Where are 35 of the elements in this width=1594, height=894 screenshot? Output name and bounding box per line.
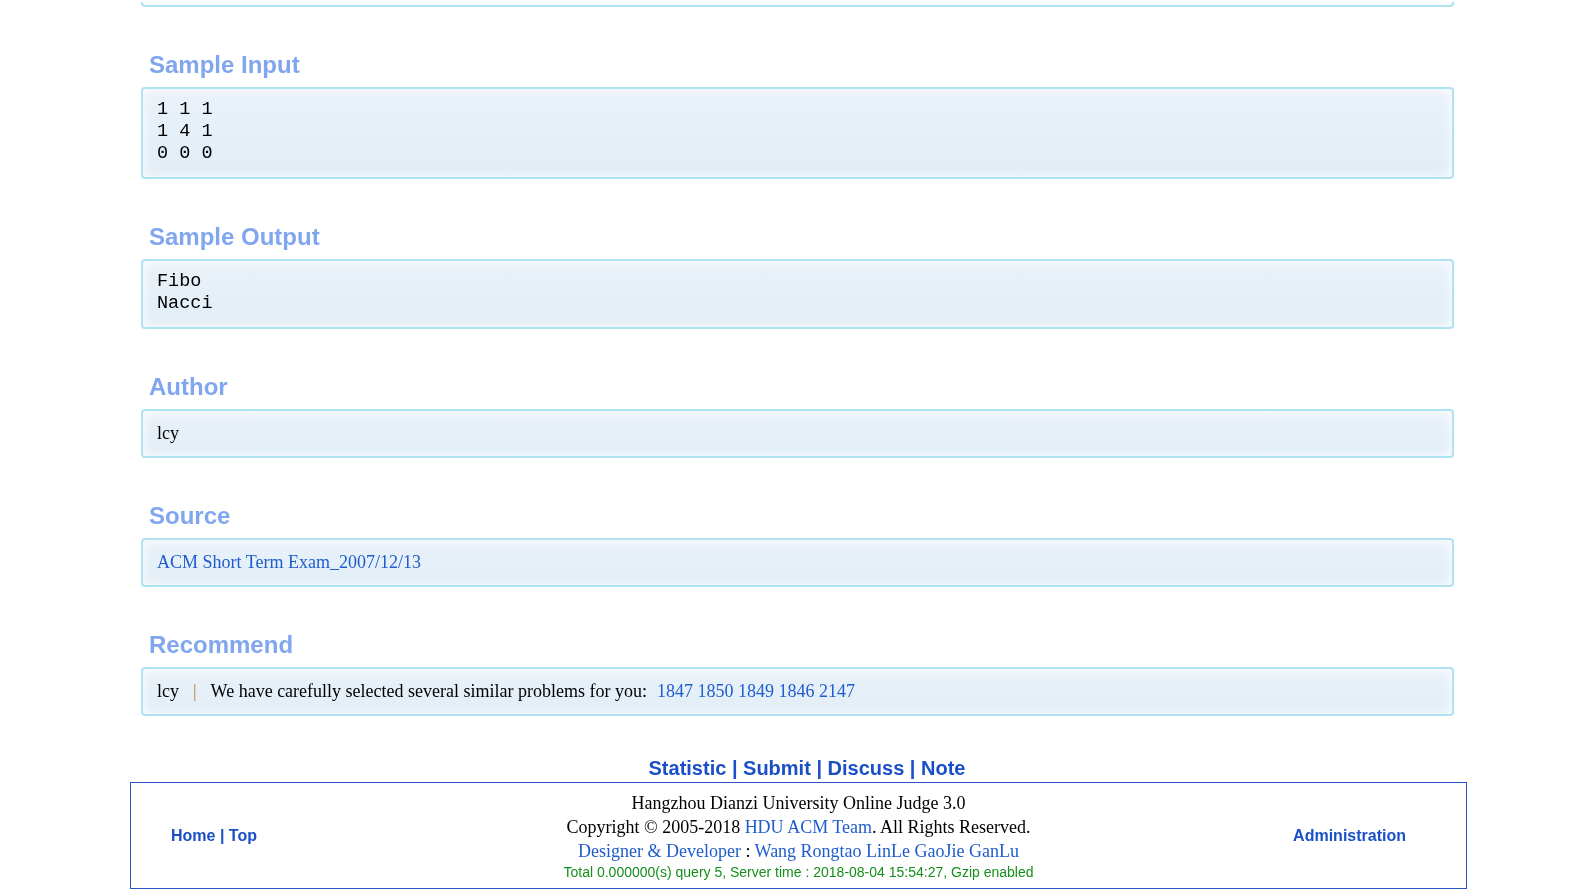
nav-link[interactable]: Discuss [827, 757, 905, 779]
code-block: 1 1 1 1 4 1 0 0 0 [141, 87, 1454, 179]
section-heading: Sample Input [148, 50, 301, 80]
source-link[interactable]: ACM Short Term Exam_2007/12/13 [157, 552, 421, 572]
section-heading: Source [148, 501, 232, 531]
separator: | [816, 757, 822, 779]
section-heading: Recommend [148, 630, 295, 660]
problem-link[interactable]: 1846 [778, 681, 815, 701]
separator: : [744, 840, 752, 861]
problem-link[interactable]: 1850 [697, 681, 734, 701]
recommender-name: lcy [157, 681, 179, 701]
section-heading: Sample Output [148, 222, 321, 252]
team-link[interactable]: HDU ACM Team [744, 816, 873, 837]
footer-link[interactable]: Home [171, 826, 216, 844]
problem-link[interactable]: 1849 [738, 681, 774, 701]
code-block: Fibo Nacci [141, 259, 1454, 329]
recommend-text: We have carefully selected several similar problems for you: [210, 681, 647, 701]
separator: | [219, 826, 225, 844]
separator: | [731, 757, 738, 779]
author-name: lcy [157, 423, 179, 443]
footer-title: Hangzhou Dianzi University Online Judge 3.0 [630, 791, 967, 815]
designer-link[interactable]: Designer & Developer [577, 840, 741, 861]
problem-link[interactable]: 2147 [819, 681, 855, 701]
section-heading: Author [148, 372, 229, 402]
server-stats: Total 0.000000(s) query 5, Server time : 2018-08-04 15:54:27, Gzip enabled [562, 862, 1035, 881]
problem-link[interactable]: 1847 [657, 681, 693, 701]
separator: | [909, 757, 916, 779]
nav-link[interactable]: Submit [743, 757, 811, 779]
nav-link[interactable]: Statistic [648, 757, 727, 779]
nav-link[interactable]: Note [921, 757, 966, 779]
developers-link[interactable]: Wang Rongtao LinLe GaoJie GanLu [754, 840, 1020, 861]
admin-link[interactable]: Administration [1293, 826, 1406, 844]
copyright-text: Copyright © 2005-2018 HDU ACM Team. All Rights Reserved. [565, 815, 1032, 839]
separator: | [193, 681, 197, 701]
footer-link[interactable]: Top [228, 826, 257, 844]
